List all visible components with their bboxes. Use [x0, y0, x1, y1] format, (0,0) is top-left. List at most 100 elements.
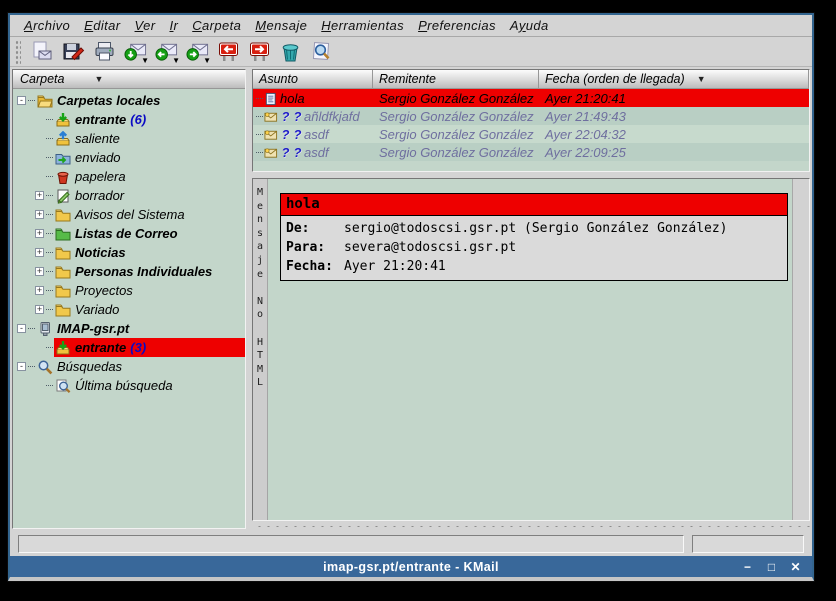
menu-item-archivo[interactable]: Archivo — [18, 16, 78, 35]
folder-item-busquedas[interactable]: -Búsquedas — [13, 357, 245, 376]
expand-expander-icon[interactable]: + — [35, 267, 44, 276]
reply-button[interactable]: ▼ — [152, 38, 181, 65]
message-date-cell: Ayer 22:04:32 — [539, 125, 809, 143]
print-button[interactable] — [90, 38, 119, 65]
forward-button[interactable]: ▼ — [183, 38, 212, 65]
folder-label: Listas de Correo — [75, 226, 178, 241]
folder-item-papelera[interactable]: papelera — [13, 167, 245, 186]
message-list-pane: Asunto Remitente Fecha (orden de llegada… — [252, 69, 810, 172]
message-list-header: Asunto Remitente Fecha (orden de llegada… — [253, 70, 809, 89]
question-mark-icon: ? — [292, 127, 303, 142]
column-header-sender[interactable]: Remitente — [373, 70, 539, 89]
message-sender: Sergio González González — [379, 109, 534, 124]
message-row[interactable]: ??añldfkjafdSergio González GonzálezAyer… — [253, 107, 809, 125]
message-date: Ayer 21:49:43 — [545, 109, 626, 124]
find-icon — [310, 40, 333, 63]
menu-item-ayuda[interactable]: Ayuda — [504, 16, 557, 35]
status-bar — [10, 531, 812, 556]
folder-icon — [55, 207, 73, 223]
save-as-button[interactable] — [59, 38, 88, 65]
previous-message-button[interactable] — [214, 38, 243, 65]
right-panes: Asunto Remitente Fecha (orden de llegada… — [252, 69, 810, 529]
folder-item-imap-gsr-pt[interactable]: -IMAP-gsr.pt — [13, 319, 245, 338]
envelope-new-icon — [264, 109, 279, 124]
folder-icon — [55, 283, 73, 299]
menu-item-ir[interactable]: Ir — [163, 16, 186, 35]
menu-item-carpeta[interactable]: Carpeta — [186, 16, 249, 35]
question-mark-icon: ? — [292, 109, 303, 124]
folder-item-noticias[interactable]: + Noticias — [13, 243, 245, 262]
expand-expander-icon[interactable]: + — [35, 248, 44, 257]
folder-label: enviado — [75, 150, 121, 165]
folder-tree: -Carpetas localesentrante(6)saliente envi… — [13, 89, 245, 528]
message-sender-cell: Sergio González González — [373, 143, 539, 161]
question-mark-icon: ? — [292, 145, 303, 160]
close-button[interactable]: ✕ — [788, 559, 803, 575]
field-date: Fecha: Ayer 21:20:41 — [281, 257, 787, 276]
folder-item-listas-de-correo[interactable]: + Listas de Correo — [13, 224, 245, 243]
kmail-window: ArchivoEditarVerIrCarpetaMensajeHerramie… — [8, 13, 814, 581]
folder-item-proyectos[interactable]: +Proyectos — [13, 281, 245, 300]
folder-item-ultima-busqueda[interactable]: Última búsqueda — [13, 376, 245, 395]
folder-green-icon — [55, 226, 73, 242]
save-as-icon — [62, 40, 85, 63]
toolbar-drag-handle[interactable] — [15, 40, 21, 64]
folder-item-saliente[interactable]: saliente — [13, 129, 245, 148]
new-message-button[interactable] — [28, 38, 57, 65]
expand-expander-icon[interactable]: + — [35, 210, 44, 219]
message-subject-cell: hola — [253, 89, 373, 107]
folder-label: borrador — [75, 188, 124, 203]
expand-expander-icon[interactable]: + — [35, 305, 44, 314]
expand-expander-icon[interactable]: + — [35, 286, 44, 295]
preview-sidebar-label: Mensaje No HTML — [253, 179, 268, 520]
preview-scrollbar[interactable] — [792, 179, 809, 520]
main-area: Carpeta ▼ -Carpetas localesentrante(6)sa… — [10, 67, 812, 531]
folder-item-enviado[interactable]: enviado — [13, 148, 245, 167]
menu-item-preferencias[interactable]: Preferencias — [412, 16, 504, 35]
folder-item-avisos-del-sistema[interactable]: +Avisos del Sistema — [13, 205, 245, 224]
maximize-button[interactable]: □ — [764, 559, 779, 575]
collapse-expander-icon[interactable]: - — [17, 324, 26, 333]
window-title-bar[interactable]: imap-gsr.pt/entrante - KMail −□✕ — [10, 556, 812, 577]
trash-button[interactable] — [276, 38, 305, 65]
folder-item-borrador[interactable]: + borrador — [13, 186, 245, 205]
folder-item-carpetas-locales[interactable]: -Carpetas locales — [13, 91, 245, 110]
expand-expander-icon[interactable]: + — [35, 191, 44, 200]
message-row[interactable]: ??asdfSergio González GonzálezAyer 22:04… — [253, 125, 809, 143]
folder-label: Personas Individuales — [75, 264, 212, 279]
minimize-button[interactable]: − — [740, 559, 755, 575]
menu-item-ver[interactable]: Ver — [129, 16, 164, 35]
folder-label: Noticias — [75, 245, 126, 260]
folder-icon — [55, 245, 73, 261]
menu-item-mensaje[interactable]: Mensaje — [249, 16, 315, 35]
trash-icon — [279, 40, 302, 63]
check-mail-button[interactable]: ▼ — [121, 38, 150, 65]
message-sender: Sergio González González — [379, 91, 534, 106]
message-subject: hola — [280, 91, 305, 106]
unread-count-badge: (6) — [130, 112, 146, 127]
collapse-expander-icon[interactable]: - — [17, 96, 26, 105]
message-row[interactable]: holaSergio González GonzálezAyer 21:20:4… — [253, 89, 809, 107]
server-icon — [37, 321, 55, 337]
next-message-button[interactable] — [245, 38, 274, 65]
next-message-icon — [248, 40, 271, 63]
column-header-subject[interactable]: Asunto — [253, 70, 373, 89]
collapse-expander-icon[interactable]: - — [17, 362, 26, 371]
folder-column-header[interactable]: Carpeta ▼ — [13, 70, 245, 89]
expand-expander-icon[interactable]: + — [35, 229, 44, 238]
column-header-date[interactable]: Fecha (orden de llegada) ▼ — [539, 70, 809, 89]
folder-item-entrante-6[interactable]: entrante(6) — [13, 110, 245, 129]
folder-item-entrante-3[interactable]: entrante(3) — [13, 338, 245, 357]
find-button[interactable] — [307, 38, 336, 65]
folder-item-variado[interactable]: +Variado — [13, 300, 245, 319]
toolbar: ▼▼▼ — [10, 37, 812, 67]
message-subject-cell: ??asdf — [253, 125, 373, 143]
menu-item-editar[interactable]: Editar — [78, 16, 128, 35]
print-icon — [93, 40, 116, 63]
message-row[interactable]: ??asdfSergio González GonzálezAyer 22:09… — [253, 143, 809, 161]
folder-item-personas-individuales[interactable]: + Personas Individuales — [13, 262, 245, 281]
folder-icon — [55, 302, 73, 318]
folder-pane: Carpeta ▼ -Carpetas localesentrante(6)sa… — [12, 69, 246, 529]
menu-item-herramientas[interactable]: Herramientas — [315, 16, 412, 35]
message-date: Ayer 22:04:32 — [545, 127, 626, 142]
